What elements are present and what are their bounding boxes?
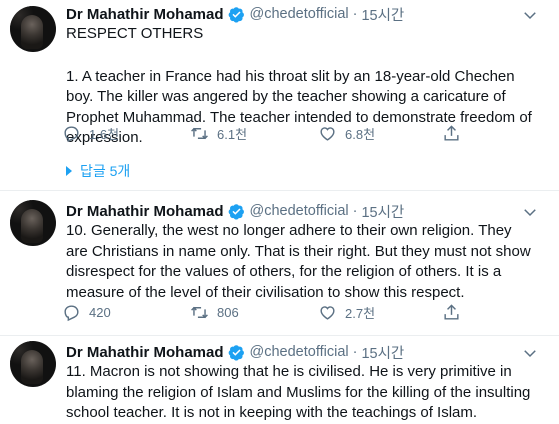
like-button[interactable]: 6.8천	[318, 124, 375, 143]
tweet-body: 10. Generally, the west no longer adhere…	[66, 222, 531, 301]
like-count: 6.8천	[345, 127, 376, 142]
like-count: 2.7천	[345, 306, 376, 321]
share-icon	[444, 125, 459, 141]
verified-badge-icon	[228, 203, 244, 220]
tweet-3[interactable]: Dr Mahathir Mohamad @chedetofficial · 15…	[0, 336, 559, 421]
tweet-actions: 420 806 2.7천	[62, 303, 462, 327]
tweet-1[interactable]: Dr Mahathir Mohamad @chedetofficial · 15…	[0, 0, 559, 190]
retweet-icon	[191, 306, 208, 319]
tweet-header: Dr Mahathir Mohamad @chedetofficial · 15…	[66, 201, 404, 221]
avatar[interactable]	[10, 200, 56, 246]
reply-count: 1.6천	[89, 127, 120, 142]
tweet-title: RESPECT OTHERS	[66, 25, 204, 42]
reply-button[interactable]: 1.6천	[62, 124, 119, 143]
reply-count: 420	[89, 305, 111, 320]
tweet-time[interactable]: 15시간	[361, 342, 404, 363]
avatar[interactable]	[10, 6, 56, 52]
retweet-icon	[191, 127, 208, 140]
retweet-button[interactable]: 806	[190, 303, 239, 322]
separator-dot: ·	[352, 203, 358, 219]
author-handle[interactable]: @chedetofficial	[250, 344, 349, 360]
separator-dot: ·	[352, 344, 358, 360]
reply-icon	[64, 126, 79, 143]
tweet-time[interactable]: 15시간	[361, 4, 404, 25]
show-replies-link[interactable]: 답글 5개	[66, 161, 130, 181]
reply-icon	[64, 305, 79, 322]
like-icon	[320, 306, 335, 320]
reply-button[interactable]: 420	[62, 303, 111, 322]
avatar[interactable]	[10, 341, 56, 387]
verified-badge-icon	[228, 6, 244, 23]
retweet-count: 806	[217, 305, 239, 320]
like-button[interactable]: 2.7천	[318, 303, 375, 322]
like-icon	[320, 127, 335, 141]
expand-triangle-icon	[66, 166, 72, 176]
author-name[interactable]: Dr Mahathir Mohamad	[66, 203, 224, 220]
tweet-time[interactable]: 15시간	[361, 201, 404, 222]
author-name[interactable]: Dr Mahathir Mohamad	[66, 6, 224, 23]
chevron-down-icon[interactable]	[521, 6, 539, 24]
chevron-down-icon[interactable]	[521, 203, 539, 221]
tweet-body: 11. Macron is not showing that he is civ…	[66, 363, 531, 421]
tweet-header: Dr Mahathir Mohamad @chedetofficial · 15…	[66, 4, 404, 24]
author-handle[interactable]: @chedetofficial	[250, 6, 349, 22]
author-handle[interactable]: @chedetofficial	[250, 203, 349, 219]
chevron-down-icon[interactable]	[521, 344, 539, 362]
replies-count-label: 답글 5개	[80, 163, 131, 179]
tweet-2[interactable]: Dr Mahathir Mohamad @chedetofficial · 15…	[0, 191, 559, 335]
tweet-actions: 1.6천 6.1천 6.8천	[62, 124, 462, 148]
share-button[interactable]	[442, 124, 469, 143]
verified-badge-icon	[228, 344, 244, 361]
retweet-button[interactable]: 6.1천	[190, 124, 247, 143]
share-button[interactable]	[442, 303, 469, 322]
share-icon	[444, 304, 459, 320]
author-name[interactable]: Dr Mahathir Mohamad	[66, 344, 224, 361]
retweet-count: 6.1천	[217, 127, 248, 142]
separator-dot: ·	[352, 6, 358, 22]
tweet-text: 10. Generally, the west no longer adhere…	[66, 221, 536, 303]
tweet-header: Dr Mahathir Mohamad @chedetofficial · 15…	[66, 342, 404, 362]
tweet-text: 11. Macron is not showing that he is civ…	[66, 362, 536, 424]
